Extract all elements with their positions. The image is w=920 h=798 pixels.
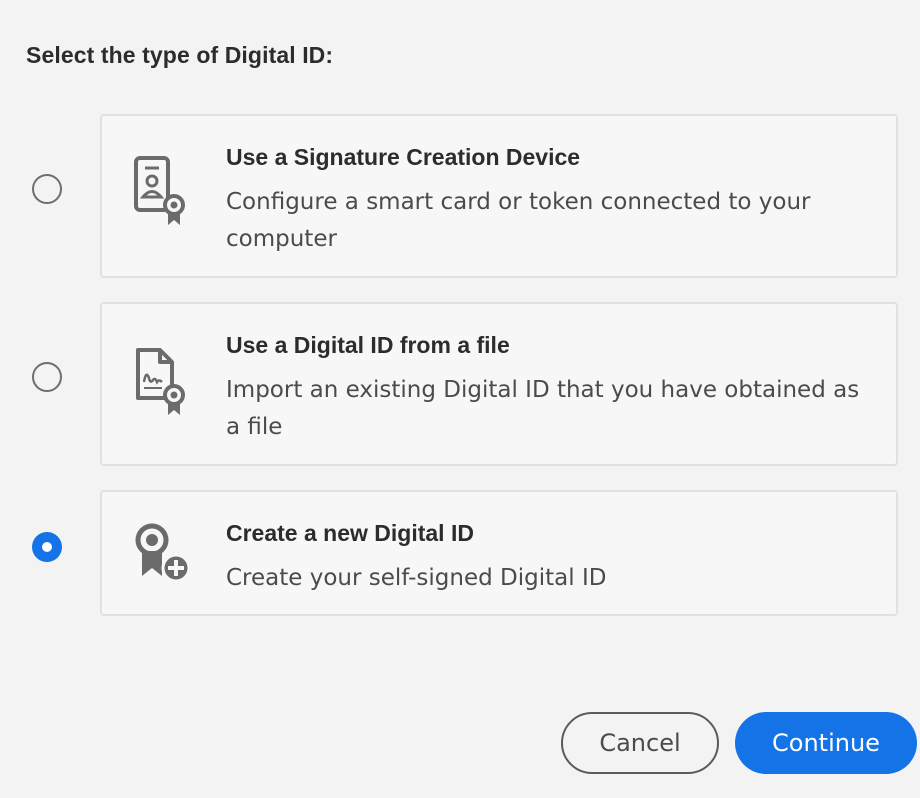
option-title: Use a Digital ID from a file [226, 332, 510, 358]
option-description: Create your self-signed Digital ID [226, 565, 607, 591]
cancel-button[interactable]: Cancel [561, 712, 719, 774]
option-card-signature-device[interactable]: Use a Signature Creation Device Configur… [100, 114, 898, 278]
option-card-id-file[interactable]: Use a Digital ID from a file Import an e… [100, 302, 898, 466]
option-description: Import an existing Digital ID that you h… [226, 377, 860, 440]
new-digital-id-icon [135, 523, 191, 583]
option-title: Use a Signature Creation Device [226, 144, 581, 170]
option-title: Create a new Digital ID [226, 520, 474, 546]
digital-id-file-icon [136, 348, 185, 415]
radio-new-id[interactable] [32, 532, 62, 562]
continue-button[interactable]: Continue [735, 712, 917, 774]
digital-id-dialog: Select the type of Digital ID: Use a Sig… [0, 0, 920, 798]
option-description: Configure a smart card or token connecte… [226, 189, 811, 252]
option-card-new-id[interactable]: Create a new Digital ID Create your self… [100, 490, 898, 616]
radio-id-file[interactable] [32, 362, 62, 392]
signature-device-icon [134, 156, 185, 225]
dialog-heading: Select the type of Digital ID: [26, 42, 334, 68]
radio-signature-device[interactable] [32, 174, 62, 204]
